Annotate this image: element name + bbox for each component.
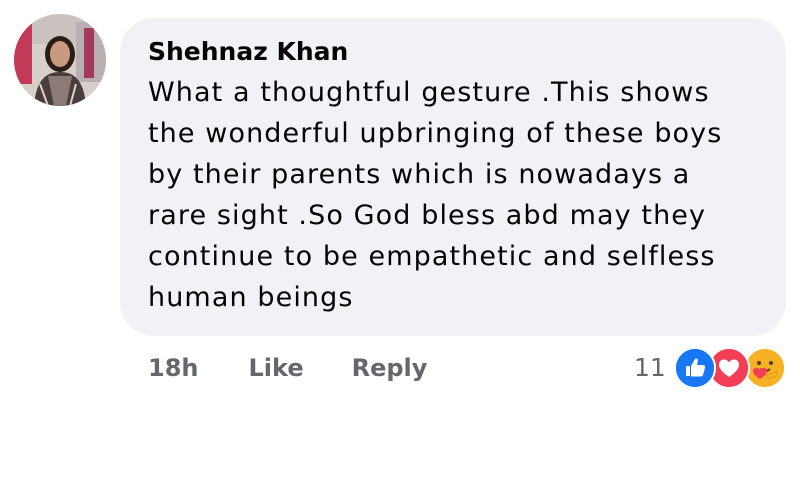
reply-button[interactable]: Reply	[352, 354, 428, 382]
comment-actions: 18h Like Reply	[148, 350, 427, 386]
reaction-icons	[673, 347, 788, 389]
author-name[interactable]: Shehnaz Khan	[148, 36, 766, 68]
reaction-count: 11	[634, 352, 666, 382]
reactions-summary[interactable]: 11	[634, 347, 788, 389]
comment-bubble: Shehnaz Khan What a thoughtful gesture .…	[120, 18, 786, 336]
comment-text: What a thoughtful gesture .This shows th…	[148, 77, 723, 313]
like-icon	[673, 347, 716, 389]
timestamp[interactable]: 18h	[148, 354, 198, 382]
avatar[interactable]	[14, 14, 106, 106]
like-button[interactable]: Like	[248, 354, 303, 382]
comment: Shehnaz Khan What a thoughtful gesture .…	[0, 0, 800, 480]
care-icon	[743, 347, 786, 389]
